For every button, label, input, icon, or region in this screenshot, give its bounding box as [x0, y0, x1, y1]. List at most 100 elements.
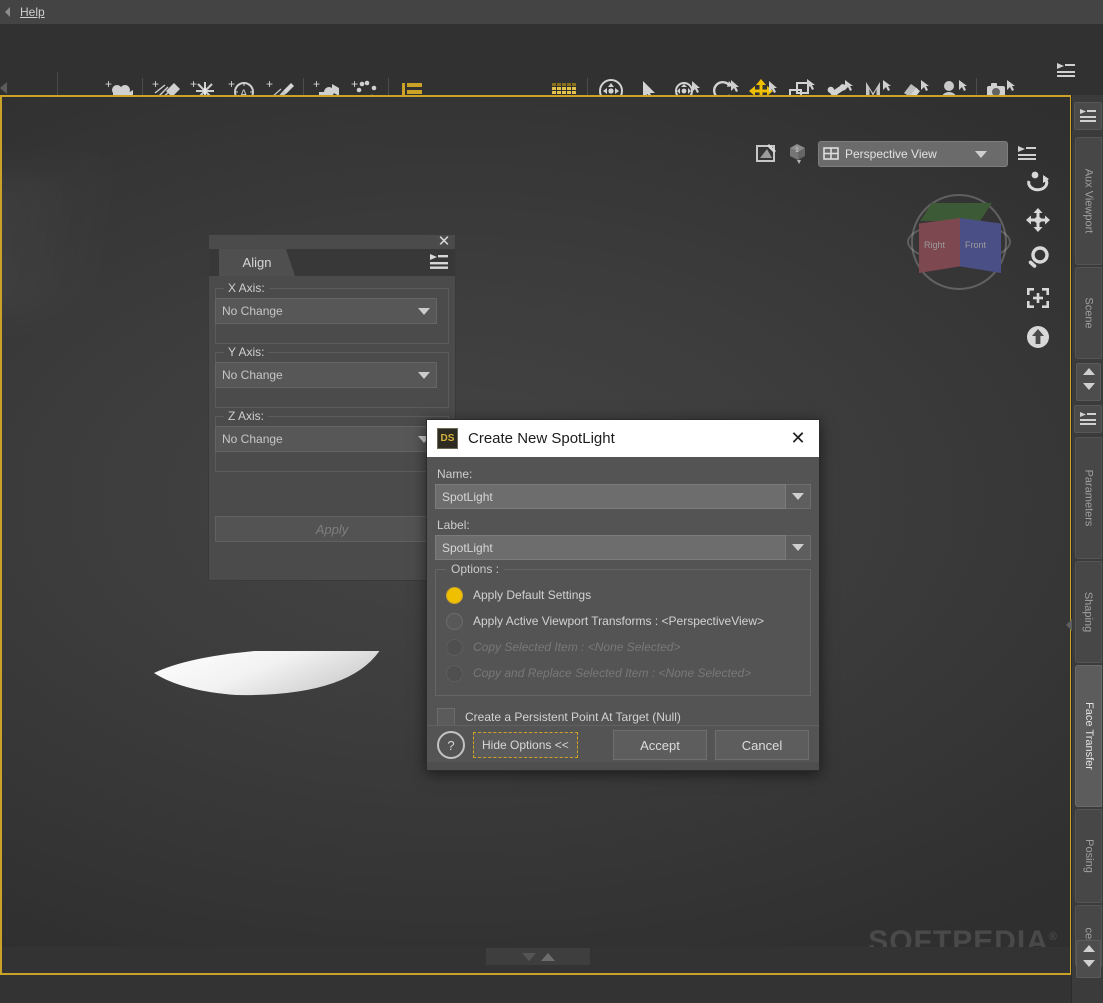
- radio-apply-default-settings-label: Apply Default Settings: [473, 588, 592, 602]
- right-dock: Aux Viewport Scene Parameters Shaping Fa…: [1066, 95, 1103, 1003]
- sidebar-tab-aux-viewport[interactable]: Aux Viewport: [1075, 137, 1102, 265]
- svg-text:+: +: [313, 78, 320, 91]
- dialog-button-row: ? Hide Options << Accept Cancel: [427, 730, 819, 760]
- sidebar-tab-face-transfer[interactable]: Face Transfer: [1075, 665, 1102, 807]
- label-input[interactable]: [435, 535, 786, 560]
- chevron-down-icon: [792, 493, 804, 500]
- radio-copy-selected-item-label: Copy Selected Item : <None Selected>: [473, 640, 681, 654]
- dialog-body: Name: Label: Options : Apply Default Set…: [427, 457, 819, 770]
- radio-apply-active-viewport-transforms-label: Apply Active Viewport Transforms : <Pers…: [473, 614, 765, 628]
- sidebar-tab-scene-label: Scene: [1082, 297, 1095, 329]
- dock-menu-icon-2[interactable]: [1074, 405, 1102, 433]
- apply-button-label: Apply: [315, 521, 349, 537]
- menu-item-help[interactable]: Help: [12, 3, 53, 21]
- sidebar-tab-shaping[interactable]: Shaping: [1075, 561, 1102, 663]
- svg-text:+: +: [266, 78, 273, 91]
- sidebar-tab-aux-viewport-label: Aux Viewport: [1082, 168, 1095, 234]
- sidebar-tab-parameters[interactable]: Parameters: [1075, 437, 1102, 559]
- dialog-titlebar: DS Create New SpotLight ✕: [427, 420, 819, 457]
- radio-copy-and-replace-selected-item-label: Copy and Replace Selected Item : <None S…: [473, 666, 752, 680]
- options-group: Options : Apply Default Settings Apply A…: [435, 562, 811, 696]
- sidebar-tab-posing-label: Posing: [1082, 839, 1095, 873]
- label-field-row: [435, 535, 811, 560]
- dialog-footer: [427, 762, 819, 770]
- z-axis-value: No Change: [222, 432, 283, 446]
- tab-align[interactable]: Align: [219, 249, 295, 276]
- x-axis-value: No Change: [222, 304, 283, 318]
- sidebar-tab-shaping-label: Shaping: [1082, 591, 1095, 633]
- radio-indicator-selected: [446, 586, 463, 604]
- chevron-down-icon: [418, 371, 430, 379]
- radio-apply-default-settings[interactable]: Apply Default Settings: [446, 582, 800, 608]
- label-field-label: Label:: [437, 518, 470, 532]
- scroll-down-icon[interactable]: [1082, 383, 1095, 390]
- sidebar-tab-parameters-label: Parameters: [1082, 469, 1095, 527]
- z-axis-dropdown[interactable]: No Change: [215, 426, 437, 452]
- align-panel: ✕ Align X Axis: No Change Y Axis: No Cha…: [208, 234, 456, 581]
- label-dropdown-button[interactable]: [786, 535, 811, 560]
- create-spotlight-dialog: DS Create New SpotLight ✕ Name: Label: O…: [426, 419, 820, 771]
- hide-options-button[interactable]: Hide Options <<: [473, 732, 578, 758]
- apply-button[interactable]: Apply: [215, 516, 449, 542]
- menu-bar: Help: [0, 0, 1103, 25]
- y-axis-dropdown[interactable]: No Change: [215, 362, 437, 388]
- persistent-point-checkbox-row[interactable]: Create a Persistent Point At Target (Nul…: [435, 702, 811, 732]
- scroll-down-icon-bottom[interactable]: [1082, 960, 1095, 967]
- svg-text:+: +: [152, 78, 159, 91]
- persistent-point-checkbox[interactable]: [437, 708, 455, 726]
- align-panel-titlebar: ✕: [209, 234, 455, 249]
- close-icon[interactable]: ✕: [437, 234, 451, 249]
- x-axis-dropdown[interactable]: No Change: [215, 298, 437, 324]
- main-toolbar: + + + + A + + +: [0, 24, 1103, 106]
- radio-indicator: [446, 612, 463, 630]
- app-logo-icon: DS: [437, 428, 458, 449]
- cancel-button[interactable]: Cancel: [715, 730, 809, 760]
- align-panel-tabbar: Align: [209, 249, 455, 276]
- y-axis-value: No Change: [222, 368, 283, 382]
- menu-item-help-label: Help: [20, 5, 45, 19]
- name-field-row: [435, 484, 811, 509]
- scroll-up-icon[interactable]: [1082, 368, 1095, 375]
- toolbar-menu-icon[interactable]: [1047, 52, 1085, 90]
- svg-text:+: +: [105, 78, 112, 91]
- sidebar-tab-posing[interactable]: Posing: [1075, 809, 1102, 903]
- help-icon[interactable]: ?: [437, 731, 465, 759]
- persistent-point-checkbox-label: Create a Persistent Point At Target (Nul…: [465, 710, 681, 724]
- dock-scroll-buttons[interactable]: [1076, 363, 1101, 401]
- radio-indicator-disabled-2: [446, 664, 463, 682]
- radio-copy-selected-item: Copy Selected Item : <None Selected>: [446, 634, 800, 660]
- dialog-separator: [427, 725, 819, 726]
- close-icon[interactable]: ✕: [783, 424, 813, 454]
- scroll-up-icon-bottom[interactable]: [1082, 945, 1095, 952]
- chevron-down-icon: [792, 544, 804, 551]
- chevron-down-icon: [418, 307, 430, 315]
- toolbar-collapse-arrow-icon[interactable]: [0, 82, 7, 94]
- group-y-axis-label: Y Axis:: [224, 345, 269, 359]
- dock-scroll-buttons-bottom[interactable]: [1076, 940, 1101, 978]
- name-input[interactable]: [435, 484, 786, 509]
- radio-copy-and-replace-selected-item: Copy and Replace Selected Item : <None S…: [446, 660, 800, 686]
- svg-text:+: +: [190, 78, 197, 91]
- options-group-label: Options :: [446, 562, 505, 576]
- panel-menu-icon[interactable]: [429, 253, 449, 272]
- name-field-label: Name:: [437, 467, 473, 481]
- align-panel-body: X Axis: No Change Y Axis: No Change Z Ax…: [209, 276, 455, 579]
- name-dropdown-button[interactable]: [786, 484, 811, 509]
- tab-align-label: Align: [242, 255, 272, 270]
- accept-button[interactable]: Accept: [613, 730, 707, 760]
- cancel-button-label: Cancel: [741, 737, 783, 753]
- group-z-axis-label: Z Axis:: [224, 409, 269, 423]
- dock-collapse-arrow-icon[interactable]: [1066, 607, 1073, 643]
- dialog-title: Create New SpotLight: [468, 430, 615, 447]
- menubar-collapse-arrow-icon[interactable]: [2, 5, 12, 19]
- radio-apply-active-viewport-transforms[interactable]: Apply Active Viewport Transforms : <Pers…: [446, 608, 800, 634]
- application-window: Help + + + + A + + + 1 Perspective View …: [0, 0, 1103, 1003]
- dock-menu-icon[interactable]: [1074, 102, 1102, 130]
- radio-indicator-disabled: [446, 638, 463, 656]
- accept-button-label: Accept: [640, 737, 680, 753]
- svg-text:+: +: [228, 78, 235, 91]
- hide-options-button-label: Hide Options <<: [482, 738, 569, 752]
- sidebar-tab-scene[interactable]: Scene: [1075, 267, 1102, 359]
- sidebar-tab-face-transfer-label: Face Transfer: [1082, 702, 1095, 770]
- group-x-axis-label: X Axis:: [224, 281, 269, 295]
